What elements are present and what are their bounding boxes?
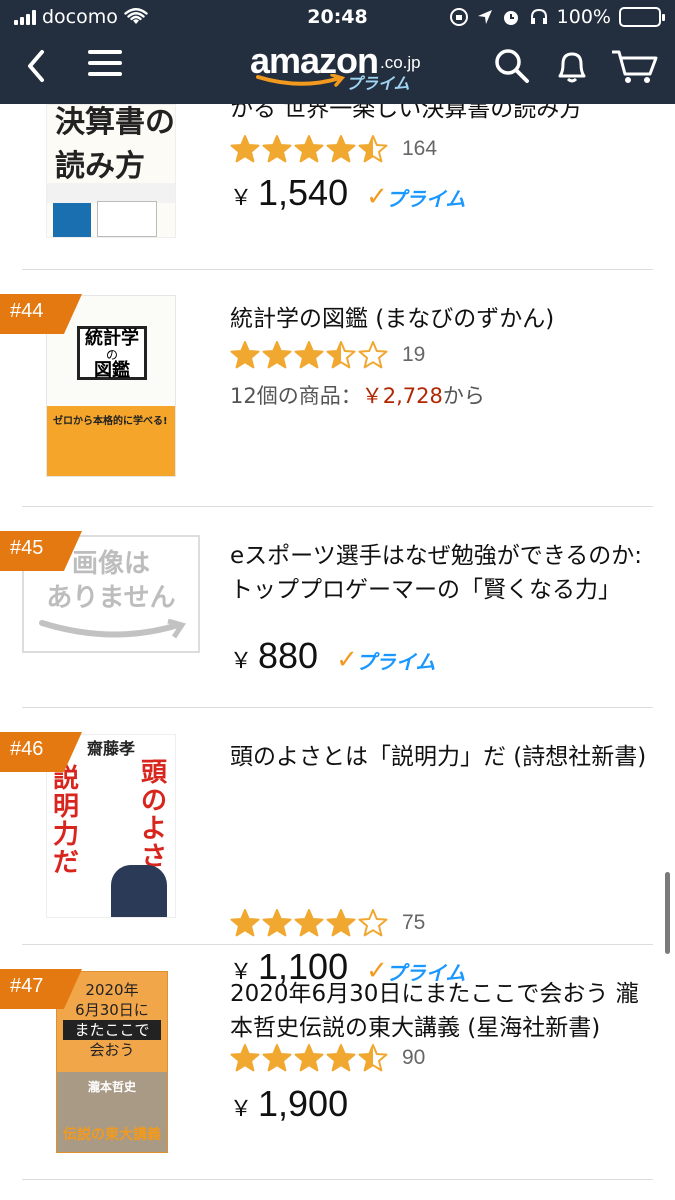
hamburger-menu-icon xyxy=(88,50,122,76)
search-button[interactable] xyxy=(492,46,532,86)
cover-title: 頭のよさ xyxy=(141,758,168,872)
price: ￥ 1,540 ✓ プライム xyxy=(230,172,466,214)
list-item[interactable]: 決算書の読み方 かる 世界一楽しい決算書の読み方 164 ￥ 1,540 ✓ プラ… xyxy=(0,104,675,269)
star-empty-icon xyxy=(358,909,388,937)
list-item[interactable]: 統計学 の 図鑑 ゼロから本格的に学べる! #44 統計学の図鑑 (まなびのずか… xyxy=(0,270,675,506)
amazon-logo[interactable]: amazon .co.jp プライム xyxy=(250,40,430,93)
book-cover[interactable]: 決算書の読み方 xyxy=(46,104,176,238)
star-full-icon xyxy=(262,341,292,369)
bestseller-list: 決算書の読み方 かる 世界一楽しい決算書の読み方 164 ￥ 1,540 ✓ プラ… xyxy=(0,104,675,1200)
cover-author: 瀧本哲史 xyxy=(87,1080,136,1094)
cover-author: 齋藤孝 xyxy=(87,739,136,758)
prime-badge: ✓ プライム xyxy=(366,182,466,212)
item-title[interactable]: 統計学の図鑑 (まなびのずかん) xyxy=(230,302,647,336)
price-amount: 880 xyxy=(258,635,319,676)
book-cover[interactable]: 2020年 6月30日に またここで 会おう 瀧本哲史 伝説の東大講義 xyxy=(56,971,168,1153)
item-title[interactable]: 頭のよさとは「説明力」だ (詩想社新書) xyxy=(230,740,647,774)
notifications-button[interactable] xyxy=(552,46,592,86)
cover-caption: ゼロから本格的に学べる! xyxy=(47,406,175,476)
status-right: 100% xyxy=(449,6,665,28)
search-icon xyxy=(495,49,529,83)
logo-prime: プライム xyxy=(346,74,410,93)
cover-title: 決算書の読み方 xyxy=(55,105,175,184)
rating-stars: 164 xyxy=(230,134,437,164)
star-half-icon xyxy=(358,1044,388,1072)
headphones-icon xyxy=(530,8,547,24)
price: ￥ 1,900 xyxy=(230,1083,348,1125)
star-full-icon xyxy=(326,909,356,937)
check-icon: ✓ xyxy=(336,645,358,675)
price-amount: 1,540 xyxy=(258,172,349,213)
star-full-icon xyxy=(230,909,260,937)
prime-badge: ✓ プライム xyxy=(336,645,436,675)
review-count: 90 xyxy=(402,1046,426,1069)
alarm-icon xyxy=(503,11,518,25)
location-icon xyxy=(477,10,492,24)
star-half-icon xyxy=(358,135,388,163)
check-icon: ✓ xyxy=(366,182,388,212)
rating-stars: 75 xyxy=(230,908,425,938)
star-half-icon xyxy=(326,341,356,369)
review-count: 164 xyxy=(402,137,438,160)
star-full-icon xyxy=(230,341,260,369)
amazon-smile-icon xyxy=(39,619,186,639)
price: ￥ 880 ✓ プライム xyxy=(230,635,436,677)
star-full-icon xyxy=(294,135,324,163)
star-full-icon xyxy=(262,1044,292,1072)
smile-arrow-icon xyxy=(256,74,346,87)
item-title[interactable]: 2020年6月30日にまたここで会おう 瀧本哲史伝説の東大講義 (星海社新書) xyxy=(230,977,647,1045)
star-full-icon xyxy=(230,1044,260,1072)
star-full-icon xyxy=(294,341,324,369)
divider xyxy=(22,1179,653,1180)
menu-button[interactable] xyxy=(88,50,122,80)
list-item[interactable]: 2020年 6月30日に またここで 会おう 瀧本哲史 伝説の東大講義 #47 … xyxy=(0,945,675,1181)
offers-text[interactable]: 12個の商品：￥2,728から xyxy=(230,380,485,410)
price-amount: 1,900 xyxy=(258,1083,349,1124)
star-full-icon xyxy=(294,909,324,937)
currency: ￥ xyxy=(230,1096,253,1121)
star-full-icon xyxy=(294,1044,324,1072)
currency: ￥ xyxy=(230,648,253,673)
bell-icon xyxy=(558,52,586,83)
chevron-left-icon xyxy=(28,50,44,82)
star-full-icon xyxy=(262,135,292,163)
list-item[interactable]: 画像は ありません #45 eスポーツ選手はなぜ勉強ができるのか: トッププロゲ… xyxy=(0,507,675,707)
app-header: docomo 20:48 100% amazon .co.jp プライム xyxy=(0,0,675,104)
star-empty-icon xyxy=(358,341,388,369)
list-item[interactable]: 齋藤孝 頭のよさ 説明力だ #46 頭のよさとは「説明力」だ (詩想社新書) 7… xyxy=(0,708,675,987)
back-button[interactable] xyxy=(22,48,52,84)
battery-icon xyxy=(619,7,665,27)
star-full-icon xyxy=(262,909,292,937)
star-full-icon xyxy=(230,135,260,163)
cover-title: 統計学 xyxy=(85,328,139,349)
item-title[interactable]: かる 世界一楽しい決算書の読み方 xyxy=(230,104,647,126)
review-count: 75 xyxy=(402,911,426,934)
offers-price: ￥2,728 xyxy=(361,384,443,408)
cart-icon xyxy=(612,50,658,83)
status-bar: docomo 20:48 100% xyxy=(0,0,675,36)
scrollbar[interactable] xyxy=(665,872,670,954)
item-title[interactable]: eスポーツ選手はなぜ勉強ができるのか: トッププロゲーマーの「賢くなる力」 xyxy=(230,539,647,607)
cart-button[interactable] xyxy=(610,46,660,86)
star-full-icon xyxy=(326,135,356,163)
currency: ￥ xyxy=(230,185,253,210)
battery-percent: 100% xyxy=(556,6,611,28)
cover-title: 2020年 xyxy=(85,981,139,999)
rating-stars: 90 xyxy=(230,1043,425,1073)
star-full-icon xyxy=(326,1044,356,1072)
review-count: 19 xyxy=(402,343,426,366)
orientation-lock-icon xyxy=(449,8,468,26)
rating-stars: 19 xyxy=(230,340,425,370)
